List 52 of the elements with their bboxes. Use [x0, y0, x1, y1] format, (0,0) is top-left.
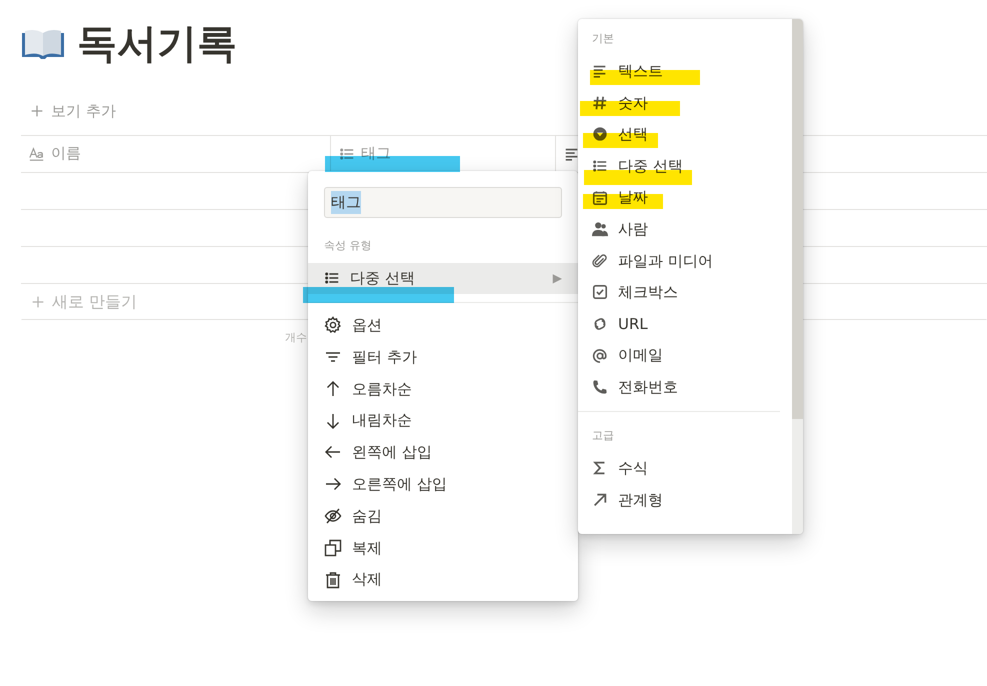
menu-item[interactable]: 체크박스 [578, 276, 780, 308]
menu-item[interactable]: 숨김 [308, 500, 578, 532]
list-icon [324, 270, 340, 286]
open-book-icon [21, 29, 65, 59]
menu-item-label: 다중 선택 [618, 156, 683, 177]
name-field[interactable]: 태그 [324, 187, 562, 218]
phone-icon [592, 379, 608, 396]
menu-item-label: 수식 [618, 458, 648, 480]
menu-item[interactable]: 삭제 [308, 564, 578, 596]
page-title: 독서기록 [77, 20, 237, 68]
menu-item-label: URL [618, 314, 648, 335]
menu-item[interactable]: 전화번호 [578, 371, 780, 404]
menu-item-label: 사람 [618, 219, 648, 240]
menu-item-label: 이메일 [618, 345, 663, 366]
menu-item[interactable]: 이메일 [578, 340, 780, 372]
section-label: 속성 유형 [323, 238, 372, 254]
people-icon [592, 221, 608, 238]
arrow-up-right-icon [592, 492, 608, 508]
menu-item[interactable]: 왼쪽에 삽입 [308, 436, 578, 468]
menu-item[interactable]: URL [578, 308, 780, 340]
menu-item[interactable]: 필터 추가 [308, 341, 578, 373]
trash-icon [324, 570, 342, 589]
section-label: 기본 [591, 31, 615, 47]
menu-item[interactable]: 오름차순 [308, 372, 578, 405]
menu-item-label: 날짜 [618, 187, 648, 208]
plus-icon [29, 103, 45, 120]
count-label: 개수 [285, 330, 308, 346]
menu-item[interactable]: 오른쪽에 삽입 [308, 468, 578, 500]
menu-item-label: 체크박스 [618, 282, 678, 304]
menu-item[interactable]: 관계형 [578, 484, 780, 516]
menu-item[interactable]: 사람 [578, 213, 780, 246]
menu-item-label: 파일과 미디어 [618, 250, 713, 272]
scrollbar-thumb[interactable] [792, 19, 803, 419]
settings-icon [324, 316, 342, 334]
menu-item[interactable]: 수식 [578, 452, 780, 484]
menu-item[interactable]: 파일과 미디어 [578, 245, 780, 277]
menu-item-label: 다중 선택 [350, 268, 415, 290]
paperclip-icon [592, 252, 608, 269]
plus-icon [30, 294, 46, 310]
arrow-down-icon [324, 412, 342, 430]
duplicate-icon [324, 538, 342, 557]
submenu-arrow-icon: ▶ [552, 269, 562, 288]
menu-item[interactable]: 복제 [308, 532, 578, 564]
text-type-icon [29, 146, 45, 162]
eye-slash-icon [324, 506, 342, 525]
menu-item[interactable]: 내림차순 [308, 404, 578, 436]
section-label: 고급 [591, 428, 615, 444]
menu-item[interactable]: 옵션 [308, 309, 578, 342]
at-icon [592, 348, 608, 364]
menu-item-label: 관계형 [618, 490, 663, 511]
checkbox-icon [592, 284, 608, 300]
menu-item-label: 전화번호 [618, 376, 678, 398]
